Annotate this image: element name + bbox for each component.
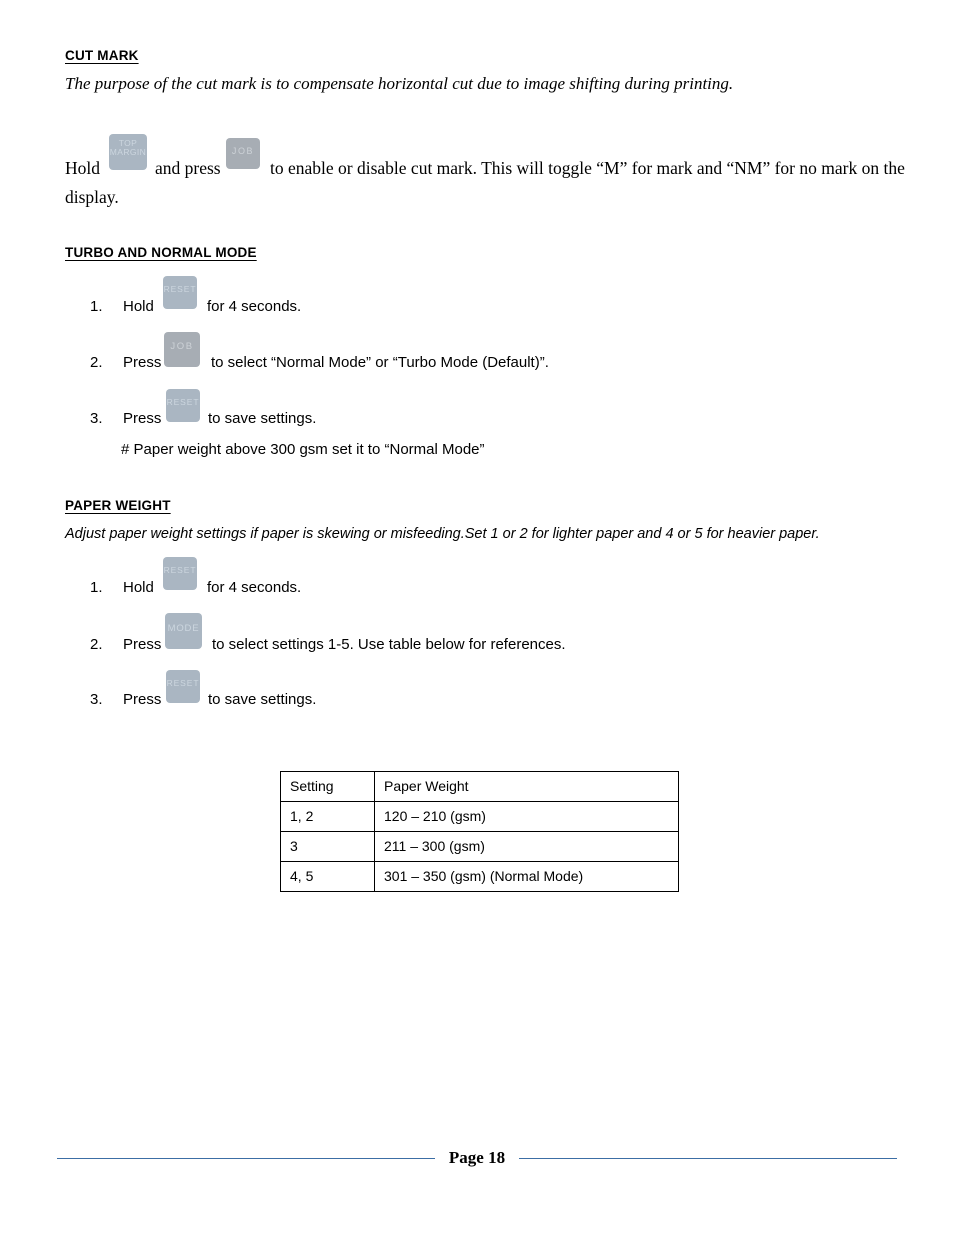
table-cell-weight: 301 – 350 (gsm) (Normal Mode) — [374, 861, 679, 892]
paper-weight-step-3-number: 3. — [90, 691, 103, 708]
cut-mark-instruction-hold-label: Hold — [65, 158, 100, 178]
heading-turbo-normal-mode: TURBO AND NORMAL MODE — [65, 245, 257, 260]
heading-paper-weight: PAPER WEIGHT — [65, 498, 171, 513]
key-reset-paper-weight-step-1[interactable]: RESET — [163, 557, 197, 590]
footer-rule-left — [57, 1157, 435, 1159]
table-row: 3 211 – 300 (gsm) — [280, 831, 679, 862]
table-cell-setting: 4, 5 — [280, 861, 375, 892]
table-header-row: Setting Paper Weight — [280, 771, 679, 802]
key-mode-paper-weight-step-2[interactable]: MODE — [165, 613, 202, 649]
paper-weight-step-1-text: for 4 seconds. — [207, 579, 302, 596]
turbo-step-1-number: 1. — [90, 298, 103, 315]
cut-mark-instruction-tail: to enable or disable cut mark. This will… — [270, 158, 905, 178]
key-reset-label: RESET — [163, 284, 197, 294]
key-job-turbo-step-2[interactable]: JOB — [164, 332, 200, 367]
paper-weight-table: Setting Paper Weight 1, 2 120 – 210 (gsm… — [280, 771, 679, 892]
paper-weight-step-2-verb: Press — [123, 636, 162, 653]
turbo-note: # Paper weight above 300 gsm set it to “… — [121, 441, 485, 458]
heading-cut-mark: CUT MARK — [65, 48, 139, 63]
page-footer: Page 18 — [57, 1148, 897, 1168]
page-number-label: Page 18 — [448, 1148, 506, 1167]
turbo-step-3-text: to save settings. — [208, 410, 317, 427]
paper-weight-step-3-text: to save settings. — [208, 691, 317, 708]
key-top-margin-label-line2: MARGIN — [109, 146, 147, 157]
table-header-setting: Setting — [280, 771, 375, 802]
key-reset-turbo-step-1[interactable]: RESET — [163, 276, 197, 309]
table-cell-weight: 211 – 300 (gsm) — [374, 831, 679, 862]
cut-mark-instruction-and-press-label: and press — [155, 158, 221, 178]
table-header-paper-weight: Paper Weight — [374, 771, 679, 802]
key-job-label: JOB — [170, 341, 194, 352]
table-row: 4, 5 301 – 350 (gsm) (Normal Mode) — [280, 861, 679, 892]
key-reset-label: RESET — [163, 565, 197, 575]
turbo-step-3-number: 3. — [90, 410, 103, 427]
turbo-step-2-number: 2. — [90, 354, 103, 371]
paper-weight-step-1-number: 1. — [90, 579, 103, 596]
key-reset-label: RESET — [166, 678, 200, 688]
footer-rule-right — [519, 1157, 897, 1159]
cut-mark-instruction-line2: display. — [65, 187, 119, 207]
document-page: CUT MARK The purpose of the cut mark is … — [0, 0, 954, 1235]
turbo-step-2-verb: Press — [123, 354, 162, 371]
paper-weight-description: Adjust paper weight settings if paper is… — [65, 526, 820, 542]
paper-weight-step-3-verb: Press — [123, 691, 162, 708]
key-mode-label: MODE — [167, 623, 200, 634]
turbo-step-1-verb: Hold — [123, 298, 154, 315]
turbo-step-1-text: for 4 seconds. — [207, 298, 302, 315]
key-reset-paper-weight-step-3[interactable]: RESET — [166, 670, 200, 703]
key-reset-label: RESET — [166, 397, 200, 407]
cut-mark-description: The purpose of the cut mark is to compen… — [65, 74, 734, 93]
table-row: 1, 2 120 – 210 (gsm) — [280, 801, 679, 832]
key-top-margin[interactable]: TOP MARGIN — [109, 134, 147, 170]
turbo-step-2-text: to select “Normal Mode” or “Turbo Mode (… — [211, 354, 549, 371]
turbo-step-3-verb: Press — [123, 410, 162, 427]
paper-weight-step-1-verb: Hold — [123, 579, 154, 596]
table-cell-weight: 120 – 210 (gsm) — [374, 801, 679, 832]
key-job-cut-mark[interactable]: JOB — [226, 138, 260, 169]
key-reset-turbo-step-3[interactable]: RESET — [166, 389, 200, 422]
paper-weight-step-2-number: 2. — [90, 636, 103, 653]
paper-weight-step-2-text: to select settings 1-5. Use table below … — [212, 636, 566, 653]
key-job-label: JOB — [231, 146, 255, 156]
table-cell-setting: 3 — [280, 831, 375, 862]
table-cell-setting: 1, 2 — [280, 801, 375, 832]
